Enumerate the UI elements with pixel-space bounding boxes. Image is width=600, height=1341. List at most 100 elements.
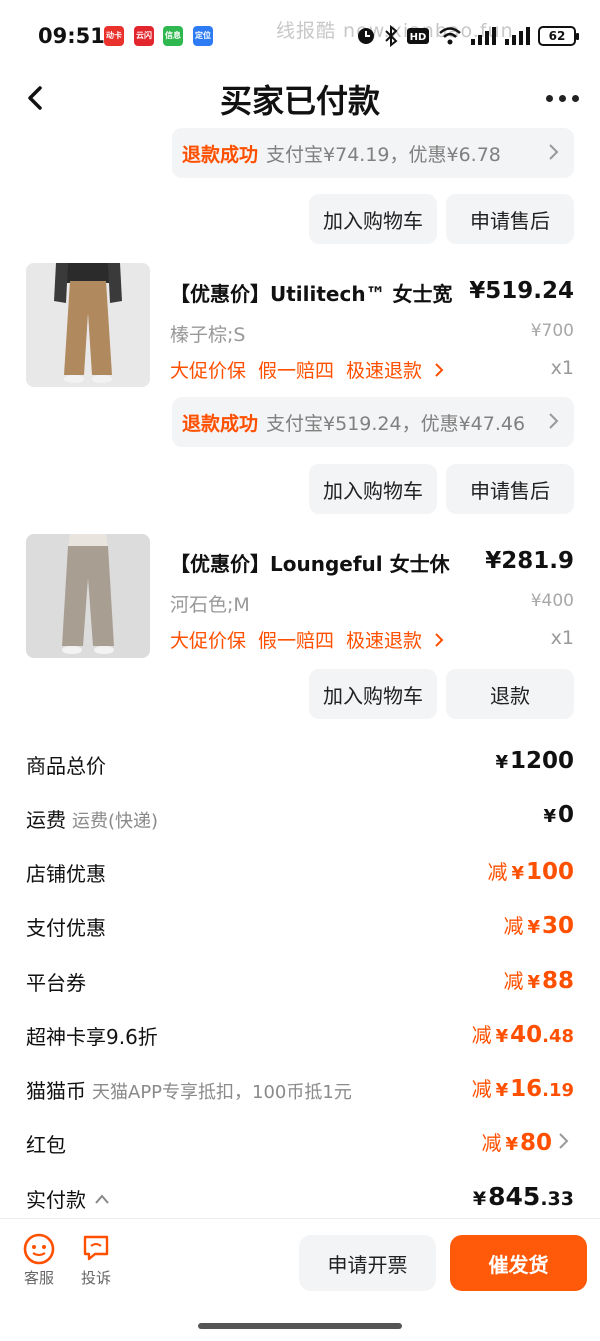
product-title[interactable]: 【优惠价】Loungeful 女士休: [170, 548, 450, 577]
add-to-cart-button[interactable]: 加入购物车: [309, 194, 437, 244]
service-tag: 大促价保: [170, 360, 247, 382]
more-options-button[interactable]: [542, 88, 582, 108]
yen-sign: ¥: [527, 972, 540, 993]
chevron-right-icon: [435, 632, 444, 647]
summary-label: 支付优惠: [26, 916, 106, 940]
product-sku: 河石色;M: [170, 594, 250, 616]
product-image[interactable]: [26, 534, 150, 658]
summary-store-discount: 店铺优惠 减 ¥100: [26, 852, 574, 892]
complain-button[interactable]: [76, 1233, 116, 1267]
service-tag: 大促价保: [170, 630, 247, 652]
product-price: ¥281.9: [485, 548, 574, 574]
battery-icon: 62: [538, 26, 579, 46]
chevron-right-icon: [435, 362, 444, 377]
summary-red-packet[interactable]: 红包 减 ¥80: [26, 1123, 574, 1163]
messages-app-icon: 信息: [163, 26, 183, 46]
customer-service-label[interactable]: 客服: [19, 1267, 59, 1288]
summary-label: 平台券: [26, 971, 86, 995]
pants-image: [26, 263, 150, 387]
summary-label: 超神卡享9.6折: [26, 1025, 158, 1049]
summary-value: ¥845.33: [473, 1182, 574, 1211]
summary-label: 猫猫币 天猫APP专享抵扣，100币抵1元: [26, 1075, 352, 1104]
refund-status-bar[interactable]: 退款成功 支付宝¥74.19，优惠¥6.78: [172, 128, 574, 178]
after-sales-button[interactable]: 申请售后: [446, 464, 574, 514]
summary-goods-total: 商品总价 ¥1200: [26, 744, 574, 784]
refund-detail: 支付宝¥519.24，优惠¥47.46: [266, 412, 526, 435]
dot-icon: [545, 94, 553, 102]
refund-status: 退款成功: [182, 412, 259, 435]
amount: 0: [557, 802, 574, 828]
location-app-icon: 定位: [193, 26, 213, 46]
yen-sign: ¥: [472, 1188, 487, 1210]
request-invoice-button[interactable]: 申请开票: [299, 1235, 436, 1291]
amount: 88: [541, 968, 574, 994]
summary-pay-discount: 支付优惠 减 ¥30: [26, 906, 574, 946]
complaint-icon: [83, 1235, 109, 1261]
status-icons: HD 62: [356, 22, 579, 50]
service-tag: 假一赔四: [258, 630, 335, 652]
summary-platform-coupon: 平台券 减 ¥88: [26, 961, 574, 1001]
amount: 30: [541, 913, 574, 939]
product-price: ¥519.24: [469, 278, 574, 304]
dot-icon: [558, 94, 566, 102]
status-bar: 09:51 动卡 云闪付 信息 定位 线报酷 new.xianbao.fun H…: [0, 0, 600, 72]
refund-status-bar[interactable]: 退款成功 支付宝¥519.24，优惠¥47.46: [172, 397, 574, 447]
service-tags[interactable]: 大促价保 假一赔四 极速退款: [170, 356, 444, 383]
amount: 80: [519, 1130, 552, 1156]
yen-sign: ¥: [511, 863, 524, 884]
after-sales-button[interactable]: 申请售后: [446, 194, 574, 244]
yen-sign: ¥: [505, 1134, 518, 1155]
summary-paid[interactable]: 实付款 ¥845.33: [26, 1178, 574, 1218]
yen-sign: ¥: [495, 1080, 509, 1101]
complain-label[interactable]: 投诉: [76, 1267, 116, 1288]
original-price: ¥400: [530, 591, 574, 611]
summary-label: 店铺优惠: [26, 862, 106, 886]
header: 买家已付款: [0, 72, 600, 124]
hd-icon: HD: [407, 28, 429, 44]
yen-sign: ¥: [495, 1026, 509, 1047]
add-to-cart-button[interactable]: 加入购物车: [309, 464, 437, 514]
product-image[interactable]: [26, 263, 150, 387]
home-indicator[interactable]: [198, 1323, 402, 1329]
customer-service-button[interactable]: [19, 1233, 59, 1269]
original-price: ¥700: [530, 321, 574, 341]
label-subtext: 运费(快递): [72, 811, 159, 832]
dongka-app-icon: 动卡: [104, 26, 124, 46]
yen-sign: ¥: [527, 917, 540, 938]
product-title[interactable]: 【优惠价】Utilitech™ 女士宽: [170, 278, 453, 307]
summary-value: 减 ¥16.19: [472, 1073, 574, 1102]
refund-button[interactable]: 退款: [446, 669, 574, 719]
summary-label: 实付款: [26, 1184, 110, 1213]
urge-shipment-button[interactable]: 催发货: [450, 1235, 587, 1291]
label-text: 猫猫币: [26, 1079, 86, 1103]
minus-label: 减: [471, 1023, 492, 1047]
amount-decimal: .33: [540, 1188, 574, 1210]
summary-value: 减 ¥80: [481, 1127, 570, 1156]
service-tags[interactable]: 大促价保 假一赔四 极速退款: [170, 626, 444, 653]
amount: 1200: [509, 748, 574, 774]
refund-detail: 支付宝¥74.19，优惠¥6.78: [266, 143, 501, 166]
service-tag: 极速退款: [346, 630, 423, 652]
label-subtext: 天猫APP专享抵扣，100币抵1元: [92, 1082, 352, 1103]
refund-status: 退款成功: [182, 143, 259, 166]
product-quantity: x1: [550, 357, 574, 379]
amount: 16: [510, 1076, 543, 1102]
bottom-action-bar: 客服 投诉 申请开票 催发货: [0, 1219, 600, 1309]
chevron-right-icon: [549, 144, 559, 160]
wifi-icon: [439, 27, 461, 45]
summary-super-card: 超神卡享9.6折 减 ¥40.48: [26, 1015, 574, 1055]
summary-value: 减 ¥88: [503, 965, 574, 994]
bluetooth-icon: [385, 25, 398, 47]
summary-value: 减 ¥40.48: [472, 1019, 574, 1048]
service-tag: 假一赔四: [258, 360, 335, 382]
minus-label: 减: [503, 969, 524, 993]
unionpay-app-icon: 云闪付: [134, 26, 154, 60]
amount: 40: [510, 1022, 543, 1048]
label-text: 实付款: [26, 1188, 86, 1212]
signal-icon-2: [505, 27, 530, 45]
add-to-cart-button[interactable]: 加入购物车: [309, 669, 437, 719]
summary-value: 减 ¥30: [503, 910, 574, 939]
chevron-right-icon: [549, 413, 559, 429]
product-sku: 榛子棕;S: [170, 324, 246, 346]
minus-label: 减: [503, 914, 524, 938]
